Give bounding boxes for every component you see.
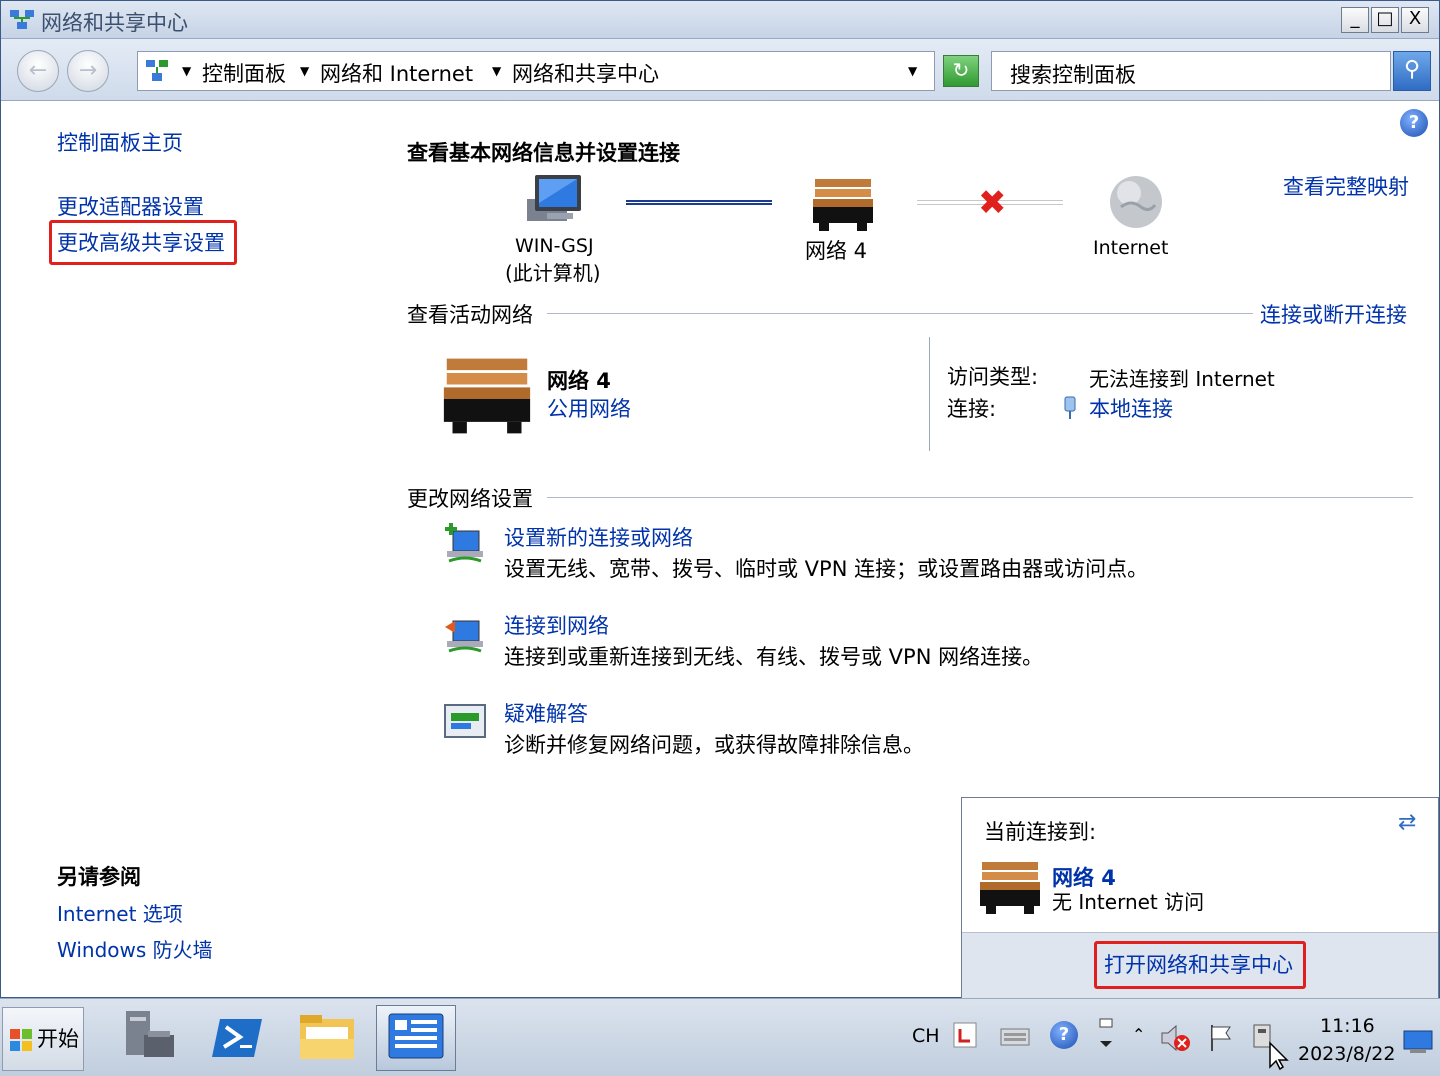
- powershell-app[interactable]: [204, 1005, 274, 1071]
- address-bar[interactable]: ▼ 控制面板 ▼ 网络和 Internet ▼ 网络和共享中心 ▼: [137, 51, 935, 91]
- see-also-heading: 另请参阅: [57, 865, 141, 889]
- server-manager-icon: [126, 1011, 174, 1057]
- setup-new-connection-link[interactable]: 设置新的连接或网络: [504, 522, 693, 552]
- network-tray-icon[interactable]: [1250, 1021, 1290, 1071]
- change-settings-heading: 更改网络设置: [407, 487, 533, 511]
- network-map-label: 网络 4: [805, 239, 868, 263]
- refresh-connections-icon[interactable]: ⇄: [1398, 810, 1416, 835]
- this-computer-label: (此计算机): [505, 261, 601, 285]
- maximize-button[interactable]: □: [1371, 7, 1399, 33]
- view-full-map-link[interactable]: 查看完整映射: [1283, 171, 1409, 201]
- help-icon[interactable]: ?: [1050, 1021, 1078, 1049]
- access-type-value: 无法连接到 Internet: [1089, 367, 1275, 391]
- sidebar-control-panel-home[interactable]: 控制面板主页: [57, 127, 183, 157]
- connection-label: 连接:: [947, 397, 997, 421]
- bench-network-icon[interactable]: [811, 177, 875, 233]
- taskbar: 开始 CH ? ⌃ 11:16 2023/8/22: [0, 998, 1440, 1076]
- chevron-down-icon[interactable]: ▼: [492, 64, 501, 78]
- page-title: 查看基本网络信息并设置连接: [407, 141, 680, 165]
- language-indicator[interactable]: CH: [912, 1025, 940, 1047]
- minimize-button[interactable]: _: [1341, 7, 1369, 33]
- clock-date[interactable]: 2023/8/22: [1298, 1043, 1395, 1065]
- computer-name: WIN-GSJ: [515, 235, 594, 257]
- breadcrumb-network-sharing-center[interactable]: 网络和共享中心: [512, 58, 659, 88]
- network-sharing-center-window: 网络和共享中心 _ □ X ← → ▼ 控制面板 ▼ 网络和 Internet …: [0, 0, 1440, 999]
- connection-line: [626, 200, 772, 205]
- connect-network-icon: [445, 620, 483, 653]
- speaker-muted-icon[interactable]: [1160, 1023, 1192, 1053]
- input-method-icon[interactable]: [952, 1021, 978, 1049]
- control-panel-app[interactable]: [376, 1005, 456, 1071]
- local-connection-link[interactable]: 本地连接: [1089, 393, 1173, 423]
- search-icon[interactable]: ⚲: [1393, 51, 1431, 91]
- back-button[interactable]: ←: [17, 50, 59, 92]
- active-networks-heading: 查看活动网络: [407, 303, 533, 327]
- flyout-network-status: 无 Internet 访问: [1052, 890, 1205, 914]
- file-explorer-app[interactable]: [292, 1005, 362, 1071]
- folder-icon: [300, 1015, 354, 1059]
- sidebar-change-advanced-sharing[interactable]: 更改高级共享设置: [57, 227, 225, 257]
- show-desktop-icon[interactable]: [1402, 1029, 1434, 1055]
- search-input[interactable]: 搜索控制面板: [991, 51, 1391, 91]
- troubleshoot-icon: [444, 704, 486, 738]
- action-center-flag-icon[interactable]: [1206, 1023, 1236, 1053]
- internet-options-link[interactable]: Internet 选项: [57, 898, 183, 927]
- bench-network-icon: [980, 862, 1040, 914]
- start-button[interactable]: 开始: [2, 1007, 84, 1071]
- active-network-name: 网络 4: [547, 369, 611, 393]
- flyout-footer: 打开网络和共享中心: [962, 932, 1438, 998]
- navigation-bar: ← → ▼ 控制面板 ▼ 网络和 Internet ▼ 网络和共享中心 ▼ ↻ …: [1, 39, 1439, 101]
- access-type-label: 访问类型:: [947, 365, 1039, 389]
- refresh-button[interactable]: ↻: [943, 55, 979, 87]
- new-connection-icon: [445, 523, 483, 563]
- open-network-center-link[interactable]: 打开网络和共享中心: [1104, 949, 1293, 979]
- connect-to-network-desc: 连接到或重新连接到无线、有线、拨号或 VPN 网络连接。: [504, 645, 1044, 669]
- computer-icon[interactable]: [521, 173, 585, 229]
- help-icon[interactable]: ?: [1400, 109, 1428, 137]
- control-panel-icon: [388, 1013, 444, 1059]
- ethernet-icon: [1064, 396, 1076, 419]
- chevron-down-icon[interactable]: ▼: [182, 64, 191, 78]
- troubleshoot-desc: 诊断并修复网络问题，或获得故障排除信息。: [504, 733, 924, 757]
- connect-to-network-link[interactable]: 连接到网络: [504, 610, 609, 640]
- currently-connected-label: 当前连接到:: [984, 820, 1097, 844]
- start-label: 开始: [37, 1027, 79, 1051]
- x-error-icon[interactable]: ✖: [978, 183, 1007, 223]
- divider: [547, 313, 1253, 314]
- windows-firewall-link[interactable]: Windows 防火墙: [57, 934, 213, 963]
- forward-button[interactable]: →: [67, 50, 109, 92]
- title-bar[interactable]: 网络和共享中心 _ □ X: [1, 1, 1439, 39]
- internet-label: Internet: [1093, 237, 1169, 259]
- clock-time[interactable]: 11:16: [1320, 1015, 1375, 1037]
- keyboard-icon[interactable]: [1000, 1025, 1030, 1047]
- show-hidden-icons-icon[interactable]: ⌃: [1132, 1025, 1145, 1044]
- chevron-down-icon[interactable]: ▼: [300, 64, 309, 78]
- window-title: 网络和共享中心: [41, 11, 188, 35]
- ime-options-icon[interactable]: [1096, 1017, 1116, 1051]
- vertical-divider: [929, 337, 930, 451]
- server-manager-app[interactable]: [116, 1005, 186, 1071]
- connect-disconnect-link[interactable]: 连接或断开连接: [1260, 299, 1407, 329]
- bench-network-icon: [443, 358, 531, 434]
- close-button[interactable]: X: [1401, 7, 1429, 33]
- troubleshoot-link[interactable]: 疑难解答: [504, 698, 588, 728]
- setup-new-connection-desc: 设置无线、宽带、拨号、临时或 VPN 连接；或设置路由器或访问点。: [504, 557, 1149, 581]
- sidebar-change-adapter-settings[interactable]: 更改适配器设置: [57, 191, 204, 221]
- divider: [547, 497, 1413, 498]
- address-dropdown-icon[interactable]: ▼: [908, 64, 917, 78]
- network-icon: [10, 10, 34, 29]
- public-network-link[interactable]: 公用网络: [547, 393, 631, 423]
- breadcrumb-control-panel[interactable]: 控制面板: [202, 58, 286, 88]
- powershell-icon: [212, 1019, 262, 1057]
- windows-logo-icon: [10, 1029, 32, 1051]
- control-panel-icon: [146, 60, 168, 81]
- network-flyout: 当前连接到: ⇄ 网络 4 无 Internet 访问 打开网络和共享中心: [961, 797, 1439, 999]
- globe-icon[interactable]: [1107, 173, 1165, 231]
- breadcrumb-network-internet[interactable]: 网络和 Internet: [320, 58, 473, 88]
